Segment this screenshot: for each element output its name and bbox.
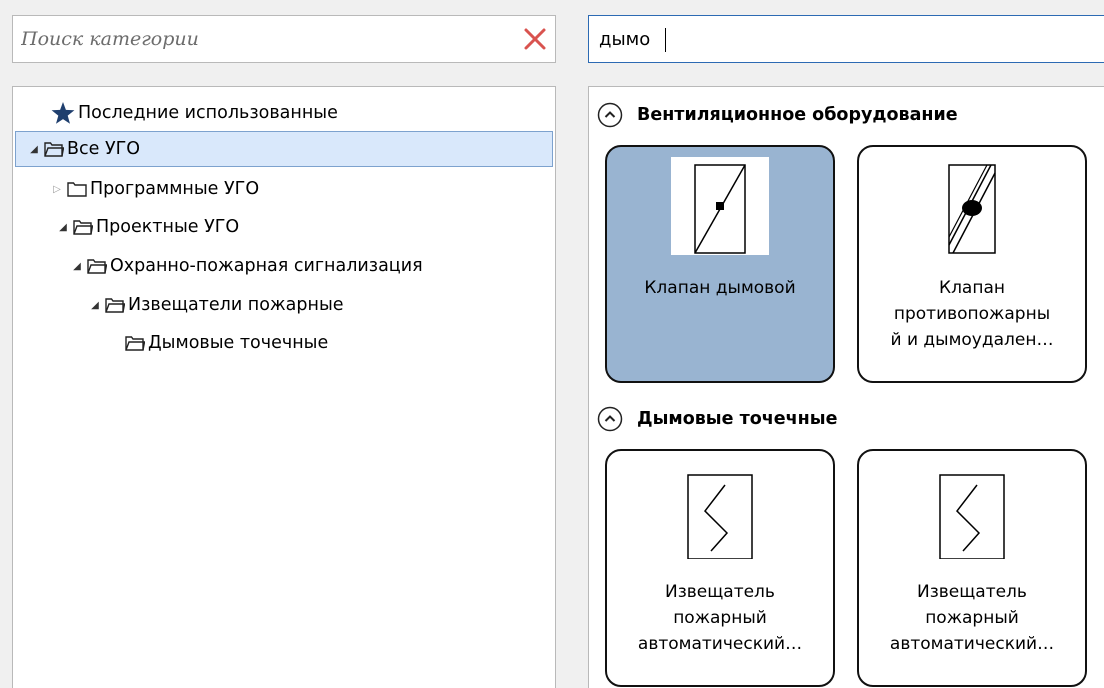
expanded-arrow-icon[interactable]: ◢ [57,222,69,233]
symbol-card-label: Извещатель пожарный автоматический… [889,582,1055,654]
tree-item-label: Программные УГО [90,179,260,199]
group-title: Вентиляционное оборудование [637,105,958,125]
fire-smoke-valve-symbol-icon [923,157,1021,255]
expanded-arrow-icon[interactable]: ◢ [71,261,83,272]
smoke-valve-symbol-icon [671,157,769,255]
group-header-smoke-point[interactable]: Дымовые точечные [597,403,837,435]
smoke-detector-symbol-icon [671,461,769,559]
close-x-icon[interactable] [523,27,547,51]
tree-item-recent[interactable]: Последние использованные [51,95,338,131]
search-results-panel: Вентиляционное оборудование Клапан дымов… [588,86,1104,688]
symbol-card[interactable]: Клапан дымовой [605,145,835,383]
smoke-detector-symbol-icon [923,461,1021,559]
star-icon [51,102,75,124]
symbol-card-label: Извещатель пожарный автоматический… [637,582,803,654]
folder-closed-icon [67,182,87,197]
folder-open-icon [87,259,107,274]
category-search-input[interactable] [13,16,513,62]
category-tree: Последние использованные ◢ Все УГО ▷ Про… [12,86,556,688]
expanded-arrow-icon[interactable]: ◢ [89,300,101,311]
symbol-card[interactable]: Извещатель пожарный автоматический… [857,449,1087,687]
group-title: Дымовые точечные [637,409,838,429]
tree-item-security-fire-alarm[interactable]: ◢ Охранно-пожарная сигнализация [71,248,423,284]
tree-item-label: Последние использованные [78,103,338,123]
symbol-card[interactable]: Извещатель пожарный автоматический… [605,449,835,687]
collapse-chevron-icon[interactable] [597,102,623,128]
symbol-card-label: Клапан дымовой [644,278,796,298]
tree-item-label: Проектные УГО [96,217,240,237]
folder-open-icon [125,336,145,351]
category-search-box [12,15,556,63]
collapse-chevron-icon[interactable] [597,406,623,432]
collapsed-arrow-icon[interactable]: ▷ [51,184,63,195]
symbol-card-label: Клапан противопожарны й и дымоудален… [890,278,1054,350]
tree-item-smoke-point[interactable]: Дымовые точечные [125,325,328,361]
expanded-arrow-icon[interactable]: ◢ [28,144,40,155]
symbol-search-box [588,15,1104,63]
tree-item-label: Извещатели пожарные [128,295,344,315]
tree-item-program-ugo[interactable]: ▷ Программные УГО [51,171,259,207]
text-caret [665,28,666,52]
tree-item-fire-detectors[interactable]: ◢ Извещатели пожарные [89,287,344,323]
tree-item-label: Все УГО [67,139,141,159]
folder-open-icon [44,142,64,157]
tree-item-project-ugo[interactable]: ◢ Проектные УГО [57,209,239,245]
folder-open-icon [73,220,93,235]
symbol-card[interactable]: Клапан противопожарны й и дымоудален… [857,145,1087,383]
tree-item-all-ugo[interactable]: ◢ Все УГО [15,131,553,167]
tree-item-label: Охранно-пожарная сигнализация [110,256,423,276]
symbol-library-window: Последние использованные ◢ Все УГО ▷ Про… [0,0,1104,688]
symbol-search-input[interactable] [589,16,1104,62]
folder-open-icon [105,298,125,313]
group-header-ventilation[interactable]: Вентиляционное оборудование [597,99,958,131]
tree-item-label: Дымовые точечные [148,333,329,353]
